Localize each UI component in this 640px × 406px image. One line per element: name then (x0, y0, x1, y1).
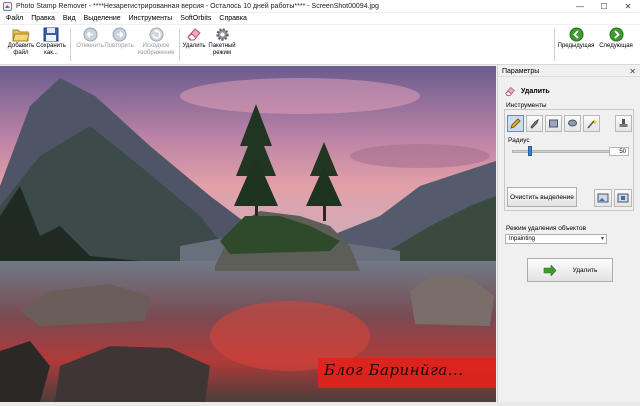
toolbar-separator (554, 29, 555, 61)
menu-help[interactable]: Справка (219, 15, 246, 22)
minimize-button[interactable]: — (568, 0, 592, 12)
panel-header: Параметры ✕ (498, 66, 640, 77)
brush-icon (530, 118, 539, 129)
gear-icon (215, 28, 229, 41)
previous-button[interactable]: Предыдущая (556, 27, 596, 63)
landscape-photo (0, 66, 496, 402)
previous-arrow-icon (569, 27, 583, 42)
removal-mode-value: Inpainting (509, 236, 536, 242)
eraser-icon (187, 28, 201, 41)
load-selection-button[interactable] (594, 189, 612, 207)
image-save-icon (617, 193, 629, 202)
original-image-label: Исходное изображение (137, 43, 175, 56)
stamp-tool-button[interactable] (615, 115, 632, 132)
watermark-text: Блог Баринйга... (324, 361, 464, 379)
radius-label: Радиус (508, 137, 530, 144)
magic-wand-icon (587, 119, 597, 129)
remove-action-button[interactable]: Удалить (527, 258, 613, 282)
stamp-icon (619, 119, 628, 127)
save-as-label: Сохранить как... (36, 43, 66, 56)
menu-tools[interactable]: Инструменты (129, 15, 173, 22)
radius-slider-thumb[interactable] (527, 146, 532, 156)
clear-selection-button[interactable]: Очистить выделение (507, 187, 577, 207)
parameters-panel: Параметры ✕ Удалить Инструменты Радиус 5… (497, 66, 640, 402)
rectangle-select-button[interactable] (545, 115, 562, 132)
eraser-icon (505, 86, 515, 96)
menu-edit[interactable]: Правка (31, 15, 55, 22)
pencil-icon (510, 118, 521, 129)
window-title: Photo Stamp Remover - ****Незарегистриро… (16, 2, 379, 10)
next-arrow-icon (609, 27, 623, 42)
title-bar: Photo Stamp Remover - ****Незарегистриро… (0, 0, 640, 12)
close-window-button[interactable]: ✕ (616, 0, 640, 12)
batch-mode-button[interactable]: Пакетный режим (204, 27, 240, 63)
save-selection-button[interactable] (614, 189, 632, 207)
pencil-tool-button[interactable] (507, 115, 524, 132)
removal-mode-select[interactable]: Inpainting ▾ (505, 234, 607, 244)
batch-mode-label: Пакетный режим (208, 43, 236, 56)
remove-action-label: Удалить (572, 266, 598, 274)
redo-button[interactable]: Повторить (101, 27, 137, 63)
status-bar (0, 402, 640, 406)
magic-wand-button[interactable] (583, 115, 600, 132)
toolbar: Добавить файл Сохранить как... Отменить … (0, 25, 640, 65)
lasso-select-button[interactable] (564, 115, 581, 132)
undo-arrow-icon (83, 27, 97, 42)
radius-value-field[interactable]: 50 (609, 147, 629, 156)
menu-softorbits[interactable]: SoftOrbits (180, 15, 211, 22)
brush-tool-button[interactable] (526, 115, 543, 132)
clear-selection-label: Очистить выделение (510, 193, 574, 201)
redo-arrow-icon (112, 27, 126, 42)
next-label: Следующая (599, 43, 633, 49)
restore-image-icon (149, 27, 163, 42)
folder-open-icon (12, 29, 30, 42)
tool-title: Удалить (521, 87, 550, 95)
menu-bar: Файл Правка Вид Выделение Инструменты So… (0, 13, 640, 24)
menu-file[interactable]: Файл (6, 15, 23, 22)
toolbar-separator (70, 29, 71, 61)
chevron-down-icon: ▾ (600, 236, 604, 242)
removal-mode-label: Режим удаления объектов (506, 225, 586, 232)
next-button[interactable]: Следующая (596, 27, 636, 63)
lasso-icon (568, 119, 577, 127)
current-tool-header: Удалить (498, 77, 640, 99)
panel-close-button[interactable]: ✕ (629, 67, 636, 76)
previous-label: Предыдущая (557, 43, 595, 49)
floppy-disk-icon (43, 27, 59, 42)
image-canvas[interactable]: Блог Баринйга... (0, 66, 496, 402)
maximize-button[interactable]: ☐ (592, 0, 616, 12)
panel-title: Параметры (502, 67, 540, 75)
rectangle-select-icon (549, 119, 558, 128)
menu-selection[interactable]: Выделение (84, 15, 121, 22)
original-image-button[interactable]: Исходное изображение (134, 27, 178, 63)
image-load-icon (597, 193, 609, 202)
green-arrow-icon (543, 264, 556, 276)
menu-view[interactable]: Вид (63, 15, 76, 22)
save-as-button[interactable]: Сохранить как... (33, 27, 69, 63)
tools-group-label: Инструменты (506, 102, 547, 109)
app-logo-icon (3, 1, 12, 11)
redo-label: Повторить (104, 43, 134, 49)
